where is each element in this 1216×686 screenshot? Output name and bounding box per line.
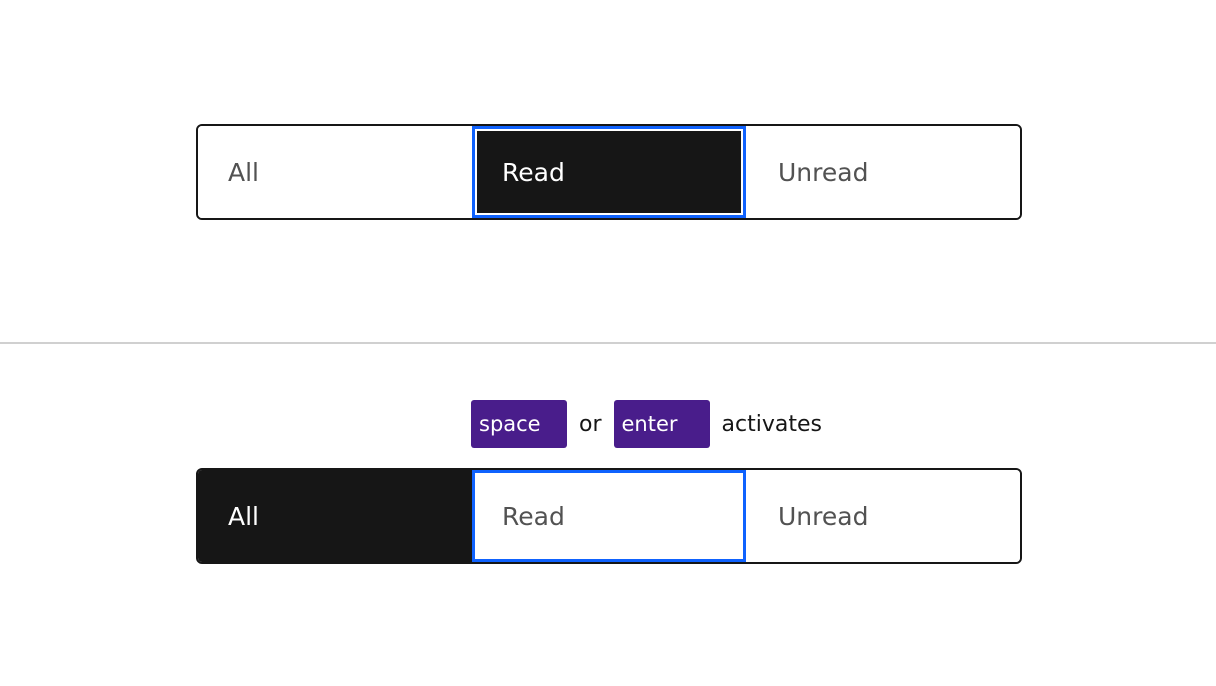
hint-connector: or [579,411,602,437]
switch-all[interactable]: All [198,470,472,562]
keyboard-hint: space or enter activates [471,400,822,448]
switch-label: Unread [778,501,869,531]
content-switcher-top: All Read Unread [196,124,1022,220]
switch-read[interactable]: Read [472,470,746,562]
hint-suffix: activates [721,411,822,437]
switch-label: All [228,157,259,187]
switch-unread[interactable]: Unread [746,470,1020,562]
switch-unread[interactable]: Unread [746,126,1020,218]
switch-label: Read [502,501,565,531]
switch-read[interactable]: Read [472,126,746,218]
section-divider [0,342,1216,344]
page: All Read Unread space or enter activates… [0,0,1216,686]
switch-label: Unread [778,157,869,187]
enter-key-badge: enter [613,400,710,448]
switch-all[interactable]: All [198,126,472,218]
content-switcher-bottom: All Read Unread [196,468,1022,564]
space-key-badge: space [471,400,567,448]
switch-label: Read [502,157,565,187]
switch-label: All [228,501,259,531]
